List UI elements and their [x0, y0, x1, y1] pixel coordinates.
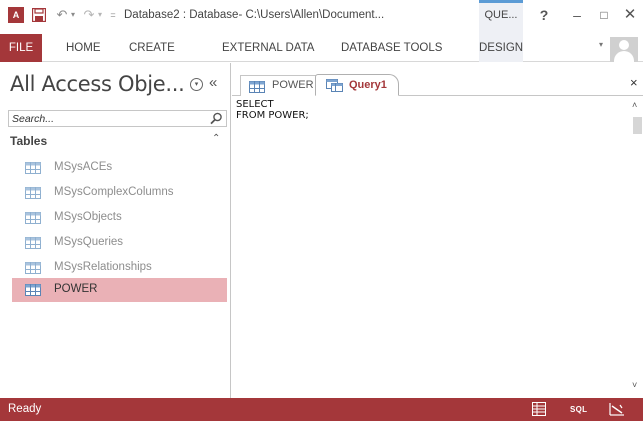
window-title: Database2 : Database- C:\Users\Allen\Doc… — [124, 9, 385, 21]
redo-icon[interactable]: ↷ — [83, 6, 95, 24]
title-bar: A ↶ ▾ ↷ ▾ = Database2 : Database- C:\Use… — [0, 0, 643, 34]
undo-dropdown-icon[interactable]: ▾ — [69, 6, 77, 24]
table-icon — [25, 284, 41, 296]
table-icon — [25, 162, 41, 174]
nav-pane-title[interactable]: All Access Obje... — [10, 72, 185, 96]
query-icon — [326, 79, 343, 92]
document-tabs: POWER Query1 × — [232, 63, 643, 96]
table-icon — [25, 212, 41, 224]
redo-dropdown-icon[interactable]: ▾ — [96, 6, 104, 24]
nav-search-box — [8, 110, 227, 127]
status-bar: Ready SQL — [0, 398, 643, 421]
document-area: POWER Query1 × SELECT FROM POWER; ˄ ˅ — [232, 63, 643, 398]
shutter-bar-close-icon[interactable]: « — [209, 74, 217, 91]
design-view-icon[interactable] — [609, 402, 625, 417]
scroll-down-icon[interactable]: ˅ — [632, 380, 637, 390]
tab-file[interactable]: FILE — [0, 34, 42, 62]
table-icon — [25, 262, 41, 274]
table-icon — [249, 81, 265, 93]
user-avatar[interactable] — [610, 37, 638, 62]
context-tab-title: QUE... — [484, 9, 518, 21]
minimize-button[interactable]: – — [567, 5, 587, 25]
close-document-icon[interactable]: × — [630, 75, 638, 90]
context-tab-header: QUE... — [479, 0, 523, 34]
nav-header: All Access Obje... ▾ « — [0, 63, 231, 105]
nav-item-msysrelationships[interactable]: MSysRelationships — [12, 256, 227, 280]
group-label: Tables — [10, 134, 48, 148]
tab-home[interactable]: HOME — [66, 34, 101, 62]
nav-item-label: MSysComplexColumns — [54, 186, 174, 198]
scroll-up-icon[interactable]: ˄ — [632, 100, 637, 110]
nav-item-label: MSysRelationships — [54, 261, 152, 273]
nav-item-msysobjects[interactable]: MSysObjects — [12, 206, 227, 230]
avatar-shoulders — [614, 51, 634, 62]
customize-qat-icon[interactable]: = — [108, 6, 118, 24]
nav-group-tables[interactable]: Tables ⌃ — [8, 133, 227, 151]
nav-item-label: MSysQueries — [54, 236, 124, 248]
help-button[interactable]: ? — [534, 5, 554, 25]
doc-tab-power[interactable]: POWER — [240, 75, 318, 96]
save-icon[interactable] — [32, 6, 48, 24]
tab-external-data[interactable]: EXTERNAL DATA — [222, 34, 314, 62]
ribbon-options-icon[interactable]: ▾ — [599, 40, 603, 49]
nav-search-input[interactable] — [12, 112, 198, 125]
undo-icon[interactable]: ↶ — [56, 6, 68, 24]
doc-tab-label: Query1 — [349, 79, 387, 91]
group-collapse-icon[interactable]: ⌃ — [212, 133, 220, 144]
tab-create[interactable]: CREATE — [129, 34, 175, 62]
nav-item-msysqueries[interactable]: MSysQueries — [12, 231, 227, 255]
nav-item-msyscomplexcolumns[interactable]: MSysComplexColumns — [12, 181, 227, 205]
navigation-pane: All Access Obje... ▾ « Tables ⌃ MSysACEs… — [0, 63, 231, 398]
nav-menu-dropdown-icon[interactable]: ▾ — [190, 78, 203, 91]
nav-item-label: POWER — [54, 283, 98, 295]
maximize-button[interactable]: □ — [594, 5, 614, 25]
table-icon — [25, 187, 41, 199]
close-window-button[interactable]: ✕ — [620, 5, 640, 25]
nav-item-label: MSysObjects — [54, 211, 122, 223]
vertical-scrollbar[interactable]: ˄ ˅ — [630, 97, 643, 398]
scroll-thumb[interactable] — [633, 117, 642, 134]
nav-item-power[interactable]: POWER — [12, 278, 227, 302]
doc-tab-label: POWER — [272, 79, 314, 91]
datasheet-view-icon[interactable] — [532, 402, 546, 417]
status-text: Ready — [8, 403, 42, 415]
search-icon[interactable] — [209, 112, 223, 125]
tab-design[interactable]: DESIGN — [479, 34, 523, 62]
doc-tab-query1[interactable]: Query1 — [315, 74, 399, 96]
nav-item-label: MSysACEs — [54, 161, 113, 173]
sql-view-button[interactable]: SQL — [570, 402, 587, 417]
table-icon — [25, 237, 41, 249]
nav-item-msysaces[interactable]: MSysACEs — [12, 156, 227, 180]
sql-editor[interactable]: SELECT FROM POWER; — [236, 99, 626, 394]
tab-database-tools[interactable]: DATABASE TOOLS — [341, 34, 442, 62]
avatar-head — [619, 40, 629, 50]
ribbon-tabs: FILE HOME CREATE EXTERNAL DATA DATABASE … — [0, 34, 643, 62]
access-icon: A — [8, 7, 24, 23]
